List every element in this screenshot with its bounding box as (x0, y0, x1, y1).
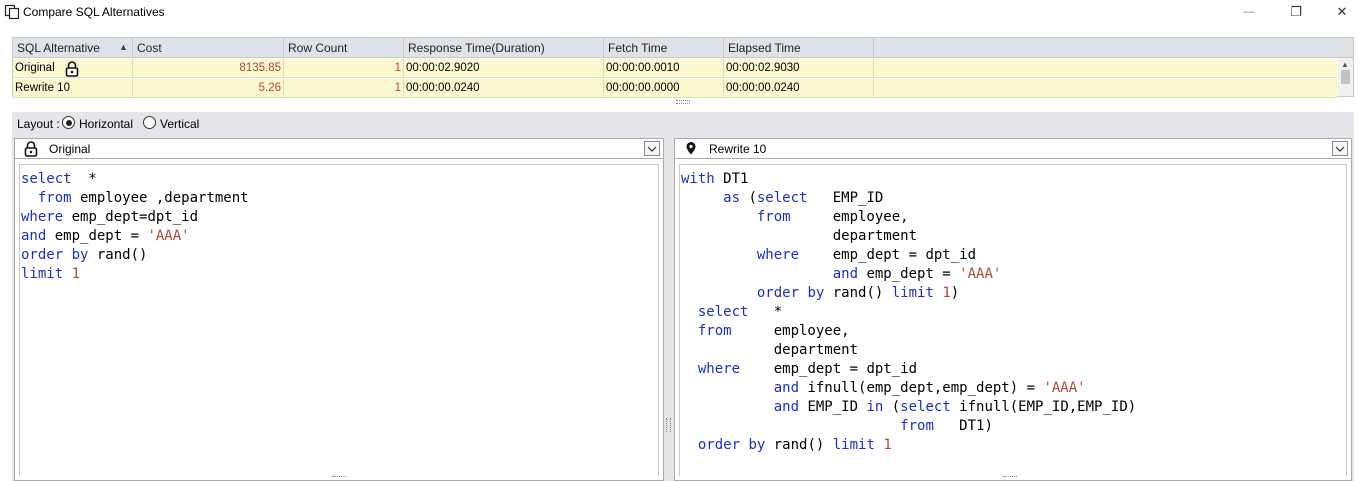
layout-toolbar: Layout : Horizontal Vertical (12, 112, 1354, 135)
rewrite-sql-pane: Rewrite 10 with DT1 as (select EMP_ID fr… (674, 138, 1352, 481)
sql-editor[interactable]: with DT1 as (select EMP_ID from employee… (679, 164, 1347, 476)
layout-vertical-label[interactable]: Vertical (160, 117, 199, 131)
grid-header: SQL Alternative ▲ Cost Row Count Respons… (13, 38, 1353, 58)
column-header-sql-alternative[interactable]: SQL Alternative (13, 38, 133, 58)
close-button[interactable]: ✕ (1327, 2, 1357, 22)
column-header-fetch-time[interactable]: Fetch Time (604, 38, 724, 58)
close-icon: ✕ (1336, 4, 1348, 19)
title-bar: Compare SQL Alternatives — ❐ ✕ (0, 0, 1365, 24)
compare-windows-icon (4, 4, 20, 20)
restore-button[interactable]: ❐ (1281, 2, 1311, 22)
layout-horizontal-radio[interactable] (62, 116, 75, 129)
pin-icon (686, 142, 696, 155)
chevron-down-icon (647, 146, 657, 152)
window-title: Compare SQL Alternatives (23, 5, 165, 19)
layout-vertical-radio[interactable] (143, 116, 156, 129)
table-row[interactable]: Original 8135.85 1 00:00:02.9020 00:00:0… (13, 59, 1337, 78)
sql-code: select * from employee ,department where… (21, 171, 249, 282)
cell-response-time: 00:00:00.0240 (404, 79, 604, 98)
cell-response-time: 00:00:02.9020 (404, 59, 604, 78)
sql-code: with DT1 as (select EMP_ID from employee… (681, 171, 1137, 453)
scrollbar-thumb[interactable] (1341, 70, 1350, 84)
layout-label: Layout : (17, 117, 60, 131)
grid-scrollbar[interactable]: ▲ (1338, 58, 1353, 96)
cell-sql-alternative: Rewrite 10 (13, 79, 133, 98)
column-header-cost[interactable]: Cost (133, 38, 284, 58)
alternatives-grid: SQL Alternative ▲ Cost Row Count Respons… (12, 37, 1354, 98)
pane-header[interactable]: Rewrite 10 (675, 139, 1351, 159)
horizontal-splitter-grip[interactable] (676, 100, 690, 104)
layout-horizontal-label[interactable]: Horizontal (79, 117, 133, 131)
table-row[interactable]: Rewrite 10 5.26 1 00:00:00.0240 00:00:00… (13, 79, 1337, 98)
vertical-splitter-grip[interactable] (666, 418, 671, 432)
column-header-response-time[interactable]: Response Time(Duration) (404, 38, 604, 58)
sort-ascending-icon: ▲ (119, 42, 128, 52)
pane-title: Rewrite 10 (709, 142, 767, 156)
original-sql-pane: Original select * from employee ,departm… (14, 138, 664, 481)
pane-title: Original (49, 142, 91, 156)
cell-elapsed-time: 00:00:02.9030 (724, 59, 874, 78)
restore-icon: ❐ (1290, 4, 1302, 19)
cell-fetch-time: 00:00:00.0000 (604, 79, 724, 98)
cell-row-count: 1 (284, 79, 404, 98)
chevron-down-icon (1335, 146, 1345, 152)
lock-icon (24, 141, 38, 157)
minimize-button[interactable]: — (1234, 2, 1264, 22)
bottom-splitter-grip[interactable] (1003, 476, 1017, 479)
cell-cost: 5.26 (133, 79, 284, 98)
minimize-icon: — (1243, 6, 1255, 18)
cell-elapsed-time: 00:00:00.0240 (724, 79, 874, 98)
scroll-up-icon[interactable]: ▲ (1341, 60, 1349, 69)
pane-header[interactable]: Original (15, 139, 663, 159)
cell-cost: 8135.85 (133, 59, 284, 78)
column-header-row-count[interactable]: Row Count (284, 38, 404, 58)
alternative-dropdown-button[interactable] (1332, 141, 1348, 156)
alternative-dropdown-button[interactable] (644, 141, 660, 156)
cell-row-count: 1 (284, 59, 404, 78)
column-header-elapsed-time[interactable]: Elapsed Time (724, 38, 874, 58)
bottom-splitter-grip[interactable] (332, 476, 346, 479)
sql-editor[interactable]: select * from employee ,department where… (19, 164, 659, 476)
cell-fetch-time: 00:00:00.0010 (604, 59, 724, 78)
lock-icon (65, 61, 79, 77)
